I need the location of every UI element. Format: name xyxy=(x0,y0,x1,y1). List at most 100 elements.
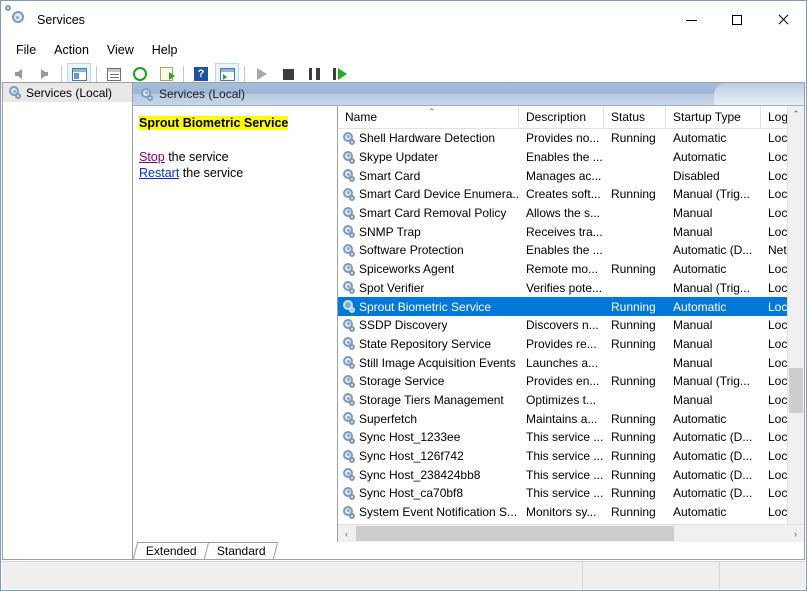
cell-startup-type: Automatic xyxy=(673,505,727,520)
cell-service-name: Software Protection xyxy=(338,243,519,257)
table-row[interactable]: System Event Notification S... Monitors s… xyxy=(338,503,804,522)
close-icon xyxy=(777,14,789,26)
title-bar: Services xyxy=(1,1,806,39)
table-row[interactable]: Sprout Biometric Service Running Automatic… xyxy=(338,297,804,316)
menu-file[interactable]: File xyxy=(7,40,45,60)
table-row[interactable]: Smart Card Removal Policy Allows the s...… xyxy=(338,204,804,223)
cell-startup-type: Automatic (D... xyxy=(673,467,753,482)
cell-startup-type: Automatic (D... xyxy=(673,243,753,258)
menu-action[interactable]: Action xyxy=(45,40,98,60)
table-row[interactable]: Sync Host_1233ee This service ... Running A… xyxy=(338,428,804,447)
tree-item-label: Services (Local) xyxy=(26,85,113,100)
table-row[interactable]: SSDP Discovery Discovers n... Running Manua… xyxy=(338,316,804,335)
menu-help[interactable]: Help xyxy=(143,40,187,60)
vertical-scrollbar[interactable]: ⌃ ⌄ xyxy=(787,106,804,542)
console-tree-icon xyxy=(71,67,87,81)
cell-service-name: Smart Card xyxy=(338,169,519,183)
services-gear-icon xyxy=(342,131,355,145)
tab-standard[interactable]: Standard xyxy=(203,542,278,559)
table-row[interactable]: Spot Verifier Verifies pote... Manual (Tri… xyxy=(338,279,804,298)
cell-startup-type: Manual (Trig... xyxy=(673,280,750,295)
tab-extended[interactable]: Extended xyxy=(132,542,209,559)
status-pane-main xyxy=(2,562,583,589)
cell-description: Allows the s... xyxy=(526,206,601,221)
services-gear-icon xyxy=(342,505,355,519)
table-row[interactable]: Spiceworks Agent Remote mo... Running Autom… xyxy=(338,260,804,279)
arrow-left-icon xyxy=(14,69,22,79)
action-pane-icon xyxy=(219,67,235,81)
toolbar-separator xyxy=(96,65,97,83)
table-row[interactable]: Sync Host_238424bb8 This service ... Runni… xyxy=(338,465,804,484)
table-row[interactable]: Storage Service Provides en... Running Manu… xyxy=(338,372,804,391)
service-name-label: State Repository Service xyxy=(359,336,492,351)
scroll-up-button[interactable]: ⌃ xyxy=(788,106,804,123)
table-row[interactable]: Storage Tiers Management Optimizes t... Ma… xyxy=(338,391,804,410)
table-row[interactable]: Skype Updater Enables the ... Automatic Loc xyxy=(338,148,804,167)
status-pane-secondary xyxy=(583,562,720,589)
service-name-label: Smart Card Device Enumera... xyxy=(359,187,519,202)
cell-startup-type: Manual xyxy=(673,206,713,221)
service-name-label: Storage Service xyxy=(359,374,445,389)
window-controls xyxy=(668,1,806,39)
table-row[interactable]: Still Image Acquisition Events Launches a… xyxy=(338,353,804,372)
stop-service-link[interactable]: Stop xyxy=(139,150,165,164)
cell-description: Enables the ... xyxy=(526,243,603,258)
table-row[interactable]: Software Protection Enables the ... Automa… xyxy=(338,241,804,260)
cell-service-name: Skype Updater xyxy=(338,150,519,164)
table-row[interactable]: Sync Host_126f742 This service ... Running… xyxy=(338,447,804,466)
service-name-label: Sprout Biometric Service xyxy=(359,299,492,314)
services-gear-icon xyxy=(342,468,355,482)
table-row[interactable]: Smart Card Manages ac... Disabled Loc xyxy=(338,166,804,185)
cell-service-name: Sprout Biometric Service xyxy=(338,300,519,314)
minimize-button[interactable] xyxy=(668,1,714,39)
cell-description: Provides en... xyxy=(526,374,600,389)
services-gear-icon xyxy=(342,318,355,332)
horizontal-scroll-thumb[interactable] xyxy=(356,526,674,541)
cell-startup-type: Manual xyxy=(673,355,713,370)
cell-status: Running xyxy=(611,262,656,277)
service-name-label: Spiceworks Agent xyxy=(359,262,455,277)
column-header-startup-type[interactable]: Startup Type xyxy=(666,106,761,128)
services-gear-icon xyxy=(8,86,21,99)
cell-startup-type: Disabled xyxy=(673,168,720,183)
cell-service-name: Smart Card Device Enumera... xyxy=(338,187,519,201)
close-button[interactable] xyxy=(760,1,806,39)
service-name-label: Skype Updater xyxy=(359,150,439,165)
cell-description: Discovers n... xyxy=(526,318,599,333)
table-row[interactable]: State Repository Service Provides re... Ru… xyxy=(338,335,804,354)
table-row[interactable]: SNMP Trap Receives tra... Manual Loc xyxy=(338,222,804,241)
services-gear-icon xyxy=(342,225,355,239)
column-header-name[interactable]: Name ⌃ xyxy=(338,106,519,128)
service-name-label: Smart Card Removal Policy xyxy=(359,206,507,221)
cell-service-name: Storage Service xyxy=(338,374,519,388)
cell-service-name: State Repository Service xyxy=(338,337,519,351)
cell-service-name: Still Image Acquisition Events xyxy=(338,356,519,370)
table-row[interactable]: Superfetch Maintains a... Running Automatic… xyxy=(338,409,804,428)
stop-service-link-row: Stop the service xyxy=(139,149,329,165)
table-row[interactable]: Smart Card Device Enumera... Creates soft… xyxy=(338,185,804,204)
menu-view[interactable]: View xyxy=(98,40,143,60)
scroll-left-button[interactable]: ‹ xyxy=(338,525,355,542)
export-list-icon xyxy=(159,67,175,81)
table-row[interactable]: Sync Host_ca70bf8 This service ... Running… xyxy=(338,484,804,503)
maximize-button[interactable] xyxy=(714,1,760,39)
column-header-status[interactable]: Status xyxy=(604,106,666,128)
services-gear-icon xyxy=(342,412,355,426)
cell-startup-type: Automatic xyxy=(673,411,727,426)
cell-startup-type: Manual xyxy=(673,336,713,351)
table-row[interactable]: Shell Hardware Detection Provides no... Ru… xyxy=(338,129,804,148)
vertical-scroll-thumb[interactable] xyxy=(789,368,803,413)
tree-item-services-local[interactable]: Services (Local) xyxy=(3,83,132,102)
horizontal-scrollbar[interactable]: ‹ › xyxy=(338,524,804,542)
cell-description: Remote mo... xyxy=(526,262,599,277)
service-name-label: Still Image Acquisition Events xyxy=(359,355,516,370)
cell-status: Running xyxy=(611,505,656,520)
selected-service-title: Sprout Biometric Service xyxy=(139,116,289,130)
column-header-description[interactable]: Description xyxy=(519,106,604,128)
services-gear-icon xyxy=(342,281,355,295)
service-name-label: Sync Host_126f742 xyxy=(359,449,464,464)
list-rows-container[interactable]: Shell Hardware Detection Provides no... Ru… xyxy=(338,129,804,524)
scroll-right-button[interactable]: › xyxy=(787,525,804,542)
restart-service-link[interactable]: Restart xyxy=(139,166,179,180)
cell-startup-type: Automatic xyxy=(673,262,727,277)
